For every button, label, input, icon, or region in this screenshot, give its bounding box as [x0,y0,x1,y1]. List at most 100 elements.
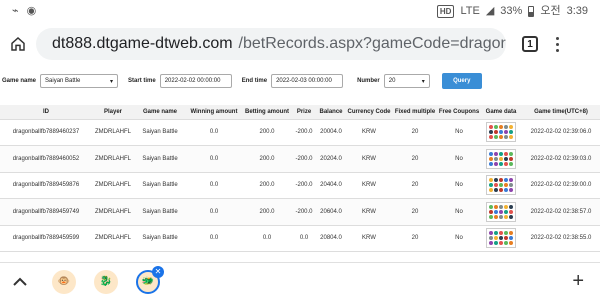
table-cell: KRW [346,119,392,146]
game-tab-icon: 🐲 [141,276,155,287]
table-cell [480,225,522,252]
signal-icon: ◢ [485,4,495,17]
number-select[interactable]: 20 ▾ [383,74,430,88]
table-cell: 200.0 [242,198,292,226]
chevron-up-icon[interactable] [0,277,40,287]
game-data-icon[interactable] [486,201,516,222]
url-bar[interactable]: dt888.dtgame-dtweb.com/betRecords.aspx?g… [36,28,506,60]
column-header: Game data [480,105,522,120]
game-name-select[interactable]: Saiyan Battle ▾ [40,74,119,88]
column-header: Winning amount [186,105,242,120]
table-cell: 20 [392,172,438,199]
column-header: Game name [134,105,186,120]
table-cell: 20 [392,145,438,173]
table-cell: 200.0 [242,172,292,199]
plus-icon[interactable]: + [572,270,584,293]
table-row: dragonballfb7889459749 ZMDRLAHFL Saiyan Ba… [0,198,600,226]
table-cell: Saiyan Battle [134,172,186,199]
tab-game-1[interactable]: 🐵 [52,269,76,294]
table-cell: ZMDRLAHFL [92,172,134,199]
table-cell: Saiyan Battle [134,119,186,146]
table-cell: -200.0 [292,119,316,146]
column-header: Free Coupons [438,105,480,120]
table-cell: Saiyan Battle [134,225,186,252]
home-button[interactable] [0,36,36,52]
start-time-input[interactable]: 2022-02-02 00:00:00 [159,74,232,88]
chevron-down-icon: ▾ [110,78,114,85]
table-cell: 0.0 [186,225,242,252]
table-cell: No [438,119,480,146]
game-data-icon[interactable] [486,148,516,169]
battery-icon [528,5,535,17]
url-host: dt888.dtgame-dtweb.com [52,35,233,52]
table-cell: dragonballfb7889459749 [0,198,92,226]
records-table: ID Player Game name Winning amount Betting a… [0,105,600,252]
url-path: /betRecords.aspx?gameCode=dragonball [238,35,506,52]
game-data-icon[interactable] [486,122,516,143]
table-cell [480,119,522,146]
tab-game-2[interactable]: 🐉 [94,269,118,294]
table-cell: 2022-02-02 02:39:06.0 [522,119,600,146]
close-icon[interactable]: ✕ [152,265,164,278]
time: 3:39 [566,4,588,17]
number-label: Number [357,78,380,84]
table-cell: 20004.0 [316,119,346,146]
table-cell: No [438,198,480,226]
table-cell [480,145,522,173]
status-bar: ⌁ ◉ HD LTE ◢ 33% 오전 3:39 [0,0,600,22]
table-cell: 0.0 [186,119,242,146]
table-row: dragonballfb7889459599 ZMDRLAHFL Saiyan Ba… [0,225,600,252]
table-cell: 20404.0 [316,172,346,199]
eye-icon: ◉ [26,4,37,17]
table-row: dragonballfb7889459876 ZMDRLAHFL Saiyan Ba… [0,172,600,199]
tab-count-icon[interactable]: 1 [522,36,538,52]
table-cell: 20804.0 [316,225,346,252]
table-cell: Saiyan Battle [134,145,186,173]
table-cell: ZMDRLAHFL [92,198,134,226]
game-data-icon[interactable] [486,175,516,196]
table-cell: 200.0 [242,145,292,173]
table-header-row: ID Player Game name Winning amount Betting a… [0,105,600,120]
browser-toolbar: dt888.dtgame-dtweb.com/betRecords.aspx?g… [0,24,600,64]
table-cell: 20 [392,198,438,226]
table-cell: 0.0 [186,172,242,199]
table-cell: dragonballfb7889459599 [0,225,92,252]
table-cell: 20 [392,119,438,146]
table-cell: 2022-02-02 02:38:57.0 [522,198,600,226]
column-header: Betting amount [242,105,292,120]
table-cell: dragonballfb7889460237 [0,119,92,146]
table-cell: KRW [346,145,392,173]
column-header: Prize [292,105,316,120]
number-value: 20 [388,78,396,84]
end-time-input[interactable]: 2022-02-03 00:00:00 [271,74,344,88]
table-cell: 2022-02-02 02:39:03.0 [522,145,600,173]
table-cell: -200.0 [292,198,316,226]
table-cell: -200.0 [292,172,316,199]
home-icon [11,37,25,51]
lte-indicator: LTE [460,4,480,17]
column-header: Balance [316,105,346,120]
more-vert-icon[interactable] [556,36,559,52]
table-cell: No [438,145,480,173]
start-time-label: Start time [128,78,156,84]
column-header: Currency Code [346,105,392,120]
table-cell: ZMDRLAHFL [92,145,134,173]
column-header: ID [0,105,92,120]
column-header: Game time(UTC+8) [522,105,600,120]
tab-game-3-active[interactable]: 🐲 ✕ [136,265,164,294]
query-button[interactable]: Query [441,73,482,89]
table-row: dragonballfb7889460237 ZMDRLAHFL Saiyan Ba… [0,119,600,146]
table-cell: dragonballfb7889459876 [0,172,92,199]
table-cell: 20 [392,225,438,252]
table-cell: No [438,172,480,199]
tab-strip: 🐵 🐉 🐲 ✕ + [0,262,600,300]
battery-percent: 33% [500,4,523,17]
table-cell: 2022-02-02 02:38:55.0 [522,225,600,252]
game-tab-icon: 🐉 [99,276,113,287]
table-cell: KRW [346,225,392,252]
game-data-icon[interactable] [486,228,516,249]
filter-bar: Game name Saiyan Battle ▾ Start time 202… [0,70,600,92]
table-cell: 20604.0 [316,198,346,226]
table-cell: KRW [346,172,392,199]
game-name-value: Saiyan Battle [45,78,81,84]
